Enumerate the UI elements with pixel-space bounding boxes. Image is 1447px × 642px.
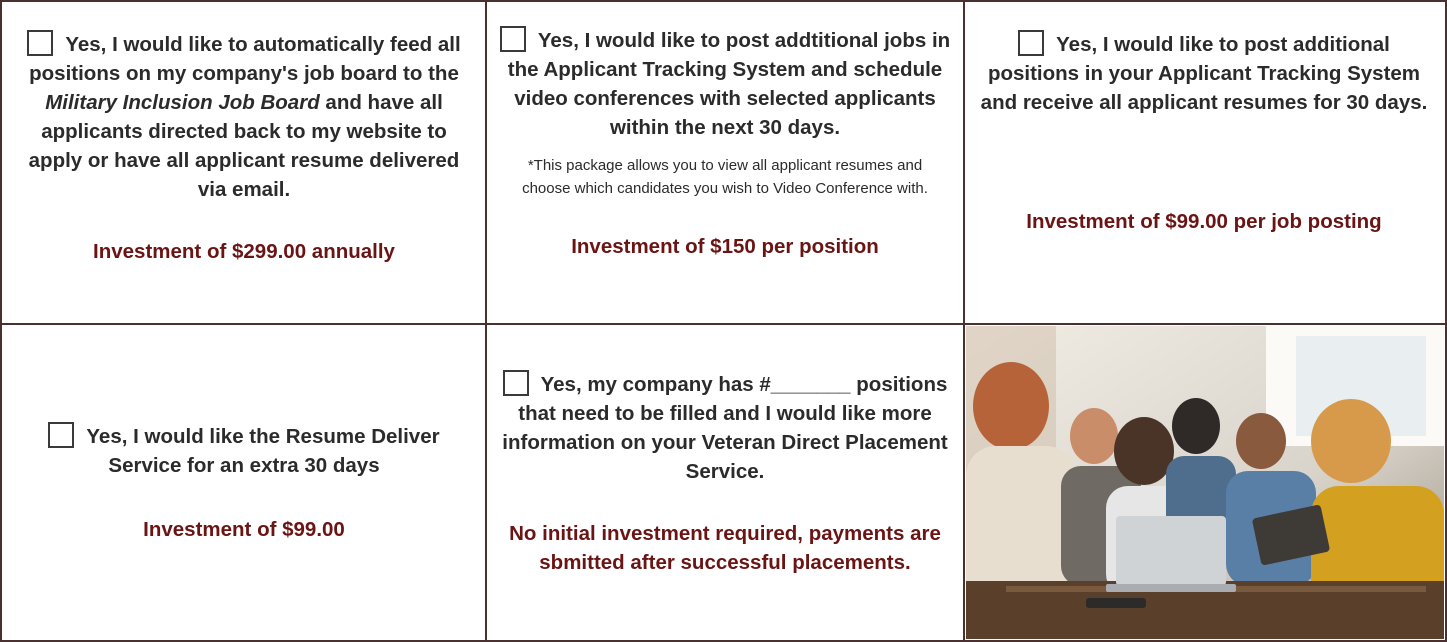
option-text: Yes, I would like to automatically feed … — [18, 30, 470, 204]
option-text: Yes, I would like to post additional pos… — [980, 30, 1428, 117]
checkbox[interactable] — [27, 30, 54, 56]
option-resume-delivery: Yes, I would like the Resume Deliver Ser… — [40, 422, 448, 544]
checkbox[interactable] — [48, 422, 75, 448]
option-feed-job-board: Yes, I would like to automatically feed … — [18, 30, 470, 266]
price-label: Investment of $99.00 — [143, 518, 345, 541]
option-text: Yes, I would like the Resume Deliver Ser… — [40, 422, 448, 480]
option-ats-video: Yes, I would like to post addtitional jo… — [496, 26, 954, 261]
option-ats-resumes: Yes, I would like to post additional pos… — [980, 30, 1428, 236]
package-note: *This package allows you to view all app… — [522, 157, 928, 197]
option-direct-placement: Yes, my company has #_______ positions t… — [494, 370, 956, 577]
price-label: No initial investment required, payments… — [509, 522, 941, 574]
option-text: Yes, I would like to post addtitional jo… — [496, 26, 954, 142]
option-text: Yes, my company has #_______ positions t… — [494, 370, 956, 486]
checkbox[interactable] — [502, 370, 529, 396]
team-photo — [966, 326, 1444, 639]
team-photo-illustration — [966, 326, 1444, 639]
divider — [485, 0, 487, 642]
price-label: Investment of $150 per position — [571, 235, 879, 258]
price-label: Investment of $299.00 annually — [93, 240, 395, 263]
board-name: Military Inclusion Job Board — [45, 91, 320, 114]
price-label: Investment of $99.00 per job posting — [1026, 210, 1382, 233]
checkbox[interactable] — [499, 26, 526, 52]
divider — [0, 323, 1447, 325]
checkbox[interactable] — [1018, 30, 1045, 56]
divider — [963, 0, 965, 642]
